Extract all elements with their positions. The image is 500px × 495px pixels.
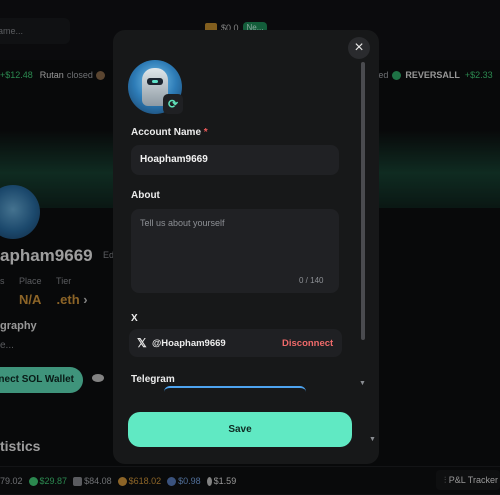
refresh-icon[interactable]: ⟳ (163, 94, 183, 114)
close-button[interactable]: × (348, 37, 370, 59)
scroll-down-icon[interactable]: ▼ (359, 380, 366, 387)
x-label: X (131, 313, 138, 324)
account-name-label: Account Name * (131, 127, 208, 138)
x-handle: @Hoapham9669 (152, 338, 226, 349)
page-scroll-down-icon[interactable]: ▼ (369, 436, 376, 443)
telegram-connect-button[interactable] (164, 386, 306, 392)
x-logo-icon: 𝕏 (137, 336, 147, 350)
modal-scrollbar[interactable] (361, 62, 365, 340)
about-placeholder: Tell us about yourself (140, 218, 225, 228)
x-disconnect-button[interactable]: Disconnect (282, 338, 333, 349)
telegram-label: Telegram (131, 374, 175, 385)
account-name-field[interactable]: Hoapham9669 (131, 145, 339, 175)
about-label: About (131, 190, 160, 201)
about-char-counter: 0 / 140 (299, 276, 324, 285)
required-mark: * (203, 127, 208, 138)
save-button[interactable]: Save (128, 412, 352, 447)
robot-eye (152, 80, 158, 83)
